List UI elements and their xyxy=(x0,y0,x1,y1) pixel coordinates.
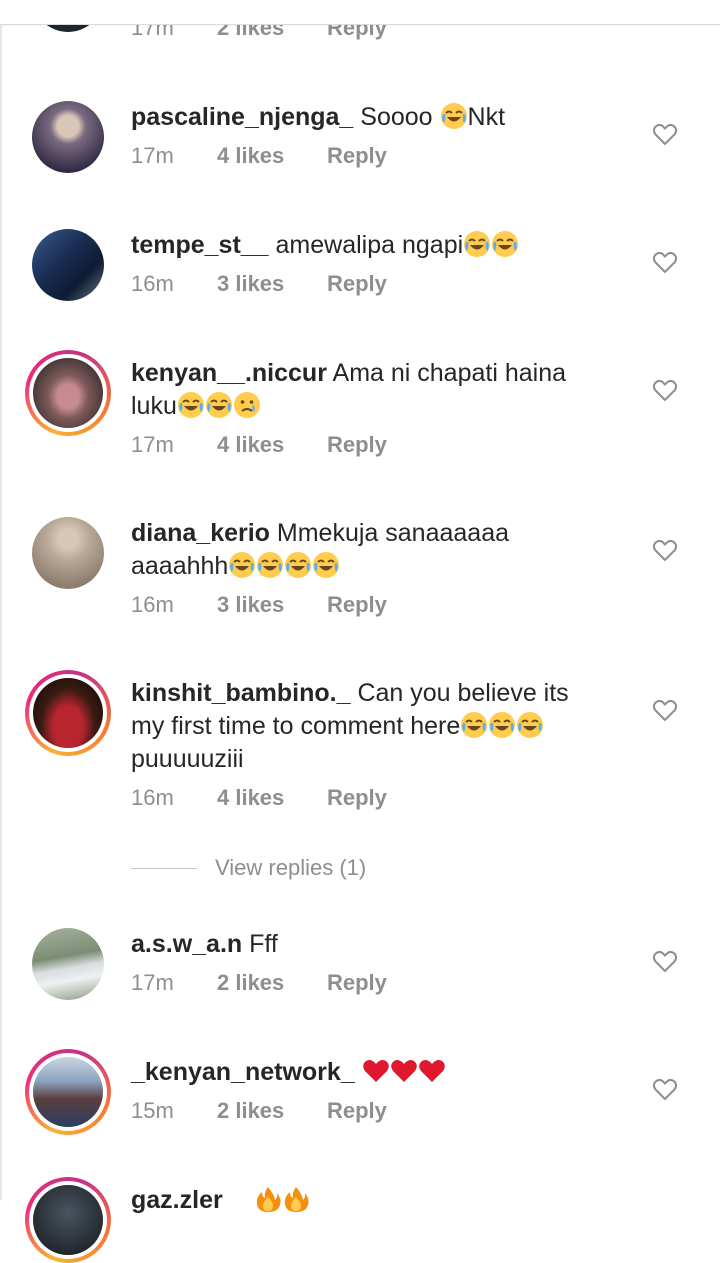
view-replies-label[interactable]: View replies (1) xyxy=(215,855,366,881)
red-heart-emoji xyxy=(390,1060,417,1082)
comment-username[interactable]: _kenyan_network_ xyxy=(131,1058,355,1086)
face-with-tears-of-joy-emoji xyxy=(228,551,257,579)
face-with-tears-of-joy-emoji xyxy=(256,551,285,579)
comment-time: 17m xyxy=(131,970,174,995)
comment-likes[interactable]: 4 likes xyxy=(217,143,327,169)
face-with-tears-of-joy-emoji xyxy=(312,551,341,579)
face-with-tears-of-joy-emoji xyxy=(516,711,545,739)
reply-button[interactable]: Reply xyxy=(327,432,387,458)
avatar-story-ring[interactable] xyxy=(25,1177,111,1263)
face-with-tears-of-joy-emoji xyxy=(176,391,205,419)
comment-text: pascaline_njenga_ Soooo Nkt xyxy=(131,102,506,131)
comment-username[interactable]: kinshit_bambino._ xyxy=(131,679,350,707)
heart-outline-icon[interactable] xyxy=(652,698,678,722)
avatar[interactable] xyxy=(32,928,104,1000)
fire-emoji xyxy=(284,1187,309,1212)
reply-button[interactable]: Reply xyxy=(327,271,387,297)
comment-likes[interactable]: 4 likes xyxy=(217,785,327,811)
comment-username[interactable]: diana_kerio xyxy=(131,519,270,547)
red-heart-emoji xyxy=(418,1060,445,1082)
avatar[interactable] xyxy=(32,517,104,589)
avatar[interactable] xyxy=(32,101,104,173)
view-replies-button[interactable]: View replies (1) xyxy=(131,855,366,881)
comment-text: kinshit_bambino._ Can you believe its my… xyxy=(131,679,569,773)
face-with-tears-of-joy-emoji xyxy=(463,230,492,258)
crying-face-emoji xyxy=(232,391,261,419)
reply-button[interactable]: Reply xyxy=(327,1098,387,1124)
view-replies-divider xyxy=(131,867,197,869)
heart-outline-icon[interactable] xyxy=(652,1077,678,1101)
reply-button[interactable]: Reply xyxy=(327,785,387,811)
face-with-tears-of-joy-emoji xyxy=(460,711,489,739)
fire-emoji xyxy=(256,1187,281,1212)
avatar-story-ring[interactable] xyxy=(25,350,111,436)
comment-likes[interactable]: 2 likes xyxy=(217,970,327,996)
avatar-story-ring[interactable] xyxy=(25,1049,111,1135)
reply-button[interactable]: Reply xyxy=(327,592,387,618)
comment-text: diana_kerio Mmekuja sanaaaaaa aaaahhh xyxy=(131,519,509,580)
comment-text: _kenyan_network_ xyxy=(131,1056,621,1089)
comment-time: 17m xyxy=(131,432,174,457)
heart-outline-icon[interactable] xyxy=(652,122,678,146)
reply-button[interactable]: Reply xyxy=(327,143,387,169)
comment-time: 17m xyxy=(131,143,174,168)
heart-outline-icon[interactable] xyxy=(652,949,678,973)
face-with-tears-of-joy-emoji xyxy=(284,551,313,579)
heart-outline-icon[interactable] xyxy=(652,378,678,402)
avatar-story-ring[interactable] xyxy=(25,670,111,756)
comment-text: kenyan__.niccur Ama ni chapati haina luk… xyxy=(131,359,566,420)
comment-likes[interactable]: 3 likes xyxy=(217,592,327,618)
reply-button[interactable]: Reply xyxy=(327,970,387,996)
heart-outline-icon[interactable] xyxy=(652,250,678,274)
avatar[interactable] xyxy=(32,229,104,301)
comment-username[interactable]: kenyan__.niccur xyxy=(131,359,327,387)
comment-time: 16m xyxy=(131,271,174,296)
comment-likes[interactable]: 2 likes xyxy=(217,1098,327,1124)
comment-text: tempe_st__ amewalipa ngapi xyxy=(131,229,621,262)
face-with-tears-of-joy-emoji xyxy=(439,102,468,130)
comment-username[interactable]: gaz.zler xyxy=(131,1186,223,1214)
heart-outline-icon[interactable] xyxy=(652,538,678,562)
comment-username[interactable]: pascaline_njenga_ xyxy=(131,103,353,131)
comment-text: gaz.zler xyxy=(131,1184,621,1217)
red-heart-emoji xyxy=(362,1060,389,1082)
face-with-tears-of-joy-emoji xyxy=(204,391,233,419)
comment-time: 16m xyxy=(131,785,174,810)
face-with-tears-of-joy-emoji xyxy=(491,230,520,258)
comment-text: a.s.w_a.n Fff xyxy=(131,930,278,958)
comment-username[interactable]: tempe_st__ xyxy=(131,231,269,259)
face-with-tears-of-joy-emoji xyxy=(488,711,517,739)
comment-time: 15m xyxy=(131,1098,174,1123)
left-edge-divider xyxy=(0,0,2,1200)
top-header-bar xyxy=(0,0,720,25)
comment-username[interactable]: a.s.w_a.n xyxy=(131,930,242,958)
comment-time: 16m xyxy=(131,592,174,617)
comment-likes[interactable]: 3 likes xyxy=(217,271,327,297)
comment-likes[interactable]: 4 likes xyxy=(217,432,327,458)
